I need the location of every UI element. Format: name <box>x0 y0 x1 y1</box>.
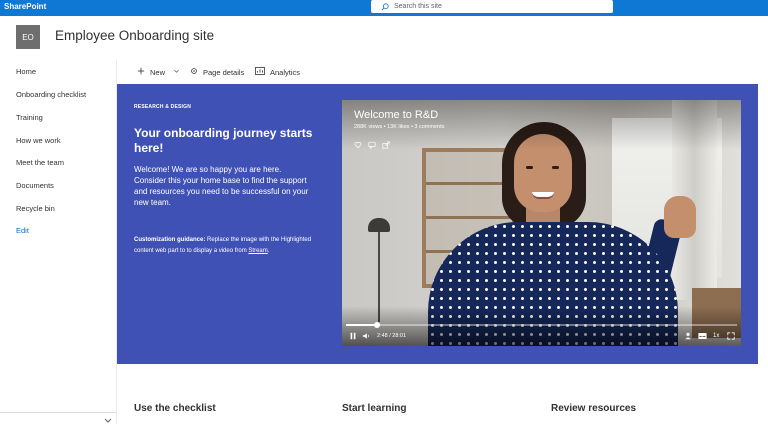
video-lamp <box>368 218 390 232</box>
nav-item-how-we-work[interactable]: How we work <box>16 136 61 145</box>
section-heading-learning: Start learning <box>342 403 407 414</box>
gear-icon <box>190 67 203 77</box>
app-brand[interactable]: SharePoint <box>4 1 46 13</box>
analytics-label: Analytics <box>270 67 301 77</box>
section-heading-checklist: Use the checklist <box>134 403 216 414</box>
collapse-nav-button[interactable] <box>103 413 113 423</box>
nav-item-documents[interactable]: Documents <box>16 181 54 190</box>
hero-heading: Your onboarding journey starts here! <box>134 126 313 155</box>
video-time: 2:48 / 28:01 <box>377 333 407 339</box>
captions-button[interactable] <box>698 331 707 341</box>
nav-item-home[interactable]: Home <box>16 67 36 76</box>
nav-item-recycle-bin[interactable]: Recycle bin <box>16 204 55 213</box>
video-progress-fill <box>346 324 378 326</box>
pause-button[interactable] <box>349 331 357 341</box>
playback-speed-button[interactable]: 1x <box>713 333 719 339</box>
video-person-eye <box>552 166 559 169</box>
video-title: Welcome to R&D <box>354 109 439 121</box>
page-details-button[interactable]: Page details <box>190 66 244 78</box>
plus-icon <box>137 67 150 77</box>
suite-bar: SharePoint Search this site <box>0 0 768 16</box>
section-heading-resources: Review resources <box>551 403 637 414</box>
stream-link[interactable]: Stream <box>248 248 267 254</box>
nav-item-onboarding-checklist[interactable]: Onboarding checklist <box>16 90 86 99</box>
volume-icon <box>362 327 370 345</box>
nav-divider <box>0 412 117 413</box>
share-icon[interactable] <box>382 136 390 154</box>
video-actions <box>354 136 390 154</box>
video-person-hand <box>664 196 696 238</box>
analytics-icon <box>255 67 270 77</box>
customization-guidance: Customization guidance: Replace the imag… <box>134 235 314 257</box>
video-person-smile <box>532 192 554 199</box>
pause-icon <box>349 327 357 345</box>
site-logo[interactable]: EO <box>16 25 40 49</box>
person-icon <box>684 327 692 345</box>
chevron-down-icon <box>173 68 185 77</box>
video-person-eye <box>526 166 533 169</box>
comment-icon[interactable] <box>368 136 376 154</box>
hero-body: Welcome! We are so happy you are here. C… <box>134 165 309 207</box>
site-title[interactable]: Employee Onboarding site <box>55 28 214 43</box>
volume-button[interactable] <box>362 331 370 341</box>
video-meta: 288K views • 13K likes • 3 comments <box>354 124 445 130</box>
chevron-down-icon <box>103 413 113 430</box>
hero-eyebrow: RESEARCH & DESIGN <box>134 104 192 110</box>
search-input[interactable]: Search this site <box>394 3 442 10</box>
nav-item-meet-the-team[interactable]: Meet the team <box>16 158 64 167</box>
heart-icon[interactable] <box>354 136 362 154</box>
people-button[interactable] <box>684 331 692 341</box>
nav-item-training[interactable]: Training <box>16 113 43 122</box>
nav-edit-link[interactable]: Edit <box>16 226 29 235</box>
analytics-button[interactable]: Analytics <box>255 66 300 78</box>
guidance-label: Customization guidance: <box>134 237 206 243</box>
search-icon <box>381 0 389 16</box>
new-label: New <box>150 67 166 77</box>
fullscreen-icon <box>727 327 735 345</box>
new-button[interactable]: New <box>137 66 185 78</box>
captions-icon <box>698 327 707 345</box>
video-progress-bar[interactable] <box>346 322 737 328</box>
search-box[interactable]: Search this site <box>371 0 613 13</box>
guidance-end: . <box>267 248 270 254</box>
page-details-label: Page details <box>203 67 245 77</box>
fullscreen-button[interactable] <box>727 331 735 341</box>
video-player[interactable]: Welcome to R&D 288K views • 13K likes • … <box>342 100 741 346</box>
